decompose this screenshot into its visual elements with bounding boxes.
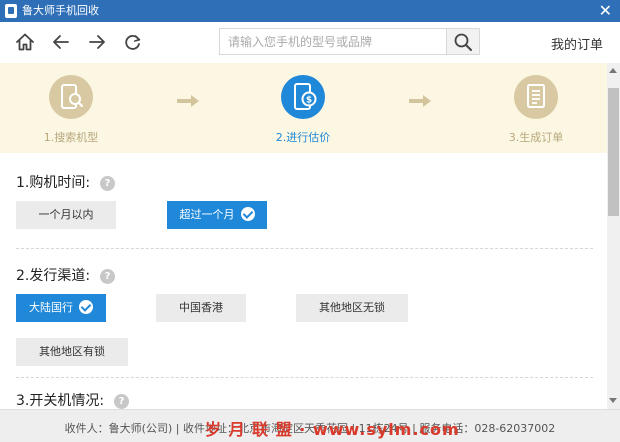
question-list: 1.购机时间:? 一个月以内 超过一个月 2.发行渠道:? 大陆国行 中国香港 … (0, 153, 607, 409)
option-label: 其他地区有锁 (39, 345, 105, 358)
question-title: 2.发行渠道:? (16, 265, 116, 285)
option-label: 大陆国行 (29, 301, 73, 314)
phone-search-icon (49, 75, 93, 119)
phone-price-icon: $ (281, 75, 325, 119)
my-orders-link[interactable]: 我的订单 (551, 34, 603, 53)
scrollbar-thumb[interactable] (608, 88, 619, 216)
refresh-icon[interactable] (122, 31, 144, 53)
question-title-text: 2.发行渠道: (16, 268, 91, 284)
option-other-locked[interactable]: 其他地区有锁 (16, 338, 128, 366)
option-label: 超过一个月 (179, 208, 235, 221)
scroll-down-icon[interactable] (609, 398, 617, 403)
search-button[interactable] (446, 28, 480, 55)
checkmark-icon (79, 300, 93, 314)
option-label: 中国香港 (179, 301, 223, 314)
option-within-one-month[interactable]: 一个月以内 (16, 201, 116, 229)
option-label: 其他地区无锁 (319, 301, 385, 314)
step-label: 2.进行估价 (275, 131, 331, 144)
help-icon[interactable]: ? (100, 176, 116, 191)
step-create-order: 3.生成订单 (486, 75, 586, 145)
option-hong-kong[interactable]: 中国香港 (156, 294, 246, 322)
close-icon[interactable]: ✕ (599, 2, 612, 20)
question-title-text: 1.购机时间: (16, 175, 91, 191)
option-other-unlocked[interactable]: 其他地区无锁 (296, 294, 408, 322)
search-input[interactable] (219, 28, 447, 55)
vertical-scrollbar[interactable] (607, 63, 620, 409)
checkmark-icon (240, 207, 255, 221)
step-label: 3.生成订单 (508, 131, 564, 144)
search-box (219, 28, 480, 55)
divider (16, 377, 593, 378)
option-over-one-month[interactable]: 超过一个月 (167, 201, 267, 229)
toolbar: 我的订单 (0, 22, 620, 64)
question-title-text: 3.开关机情况: (16, 393, 105, 409)
step-estimate: $ 2.进行估价 (253, 75, 353, 145)
step-arrow-icon (177, 95, 199, 107)
progress-steps: 1.搜索机型 $ 2.进行估价 3.生成订单 (0, 63, 607, 153)
option-mainland-china[interactable]: 大陆国行 (16, 294, 106, 322)
app-icon (5, 4, 17, 18)
forward-arrow-icon[interactable] (86, 31, 108, 53)
back-arrow-icon[interactable] (50, 31, 72, 53)
title-bar: 鲁大师手机回收 ✕ (0, 0, 620, 22)
step-arrow-icon (409, 95, 431, 107)
help-icon[interactable]: ? (100, 269, 116, 284)
watermark: 岁 月 联 盟 · www.sylm.com (205, 420, 460, 439)
order-document-icon (514, 75, 558, 119)
svg-text:$: $ (306, 96, 312, 106)
question-title: 3.开关机情况:? (16, 390, 130, 409)
step-search-model: 1.搜索机型 (21, 75, 121, 145)
scroll-up-icon[interactable] (609, 68, 617, 73)
step-label: 1.搜索机型 (43, 131, 99, 144)
home-icon[interactable] (14, 31, 36, 53)
window-title: 鲁大师手机回收 (22, 4, 99, 17)
help-icon[interactable]: ? (114, 394, 130, 409)
divider (16, 248, 593, 249)
option-label: 一个月以内 (38, 208, 94, 221)
question-title: 1.购机时间:? (16, 172, 116, 192)
search-icon (454, 33, 472, 51)
